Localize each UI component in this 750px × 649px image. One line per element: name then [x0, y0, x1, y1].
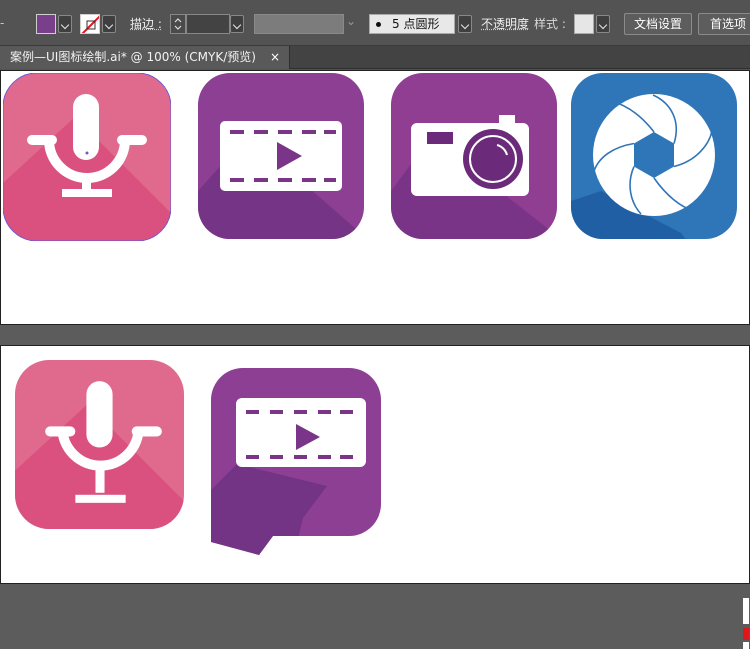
style-dropdown[interactable]	[596, 15, 610, 33]
illustrator-window: { "app": "Adobe Illustrator", "control_b…	[0, 0, 750, 649]
artboard-gap	[0, 325, 750, 345]
microphone-icon[interactable]	[3, 73, 171, 241]
microphone-icon[interactable]	[15, 360, 184, 529]
video-player-icon[interactable]	[198, 73, 364, 239]
brush-dropdown[interactable]	[458, 15, 472, 33]
watermark-logo	[742, 598, 750, 649]
fill-dropdown[interactable]	[58, 15, 72, 33]
profile-chevron-icon[interactable]: ⌄	[346, 14, 356, 28]
fill-swatch[interactable]	[36, 14, 56, 34]
close-tab-icon[interactable]: ×	[270, 46, 280, 69]
variable-width-profile[interactable]	[254, 14, 344, 34]
video-speech-bubble-icon[interactable]	[211, 368, 381, 558]
brush-definition-field[interactable]: 5 点圆形	[369, 14, 455, 34]
stroke-spinner[interactable]	[170, 14, 186, 34]
stroke-label[interactable]: 描边 :	[130, 17, 162, 31]
no-stroke-icon	[81, 15, 99, 33]
stroke-weight-dropdown[interactable]	[230, 15, 244, 33]
document-tab-title: 案例—UI图标绘制.ai* @ 100% (CMYK/预览)	[10, 50, 256, 64]
toolbar-edge-dash-icon: -	[0, 16, 5, 30]
document-tab[interactable]: 案例—UI图标绘制.ai* @ 100% (CMYK/预览) ×	[0, 46, 290, 69]
control-bar: - 描边 : ⌄ 5 点圆形 不透明度 样式 : 文档设置 首选项	[0, 0, 750, 46]
brush-dot-icon	[376, 22, 381, 27]
camera-icon[interactable]	[391, 73, 557, 239]
brush-label: 5 点圆形	[392, 17, 440, 31]
preferences-button[interactable]: 首选项	[698, 13, 750, 35]
stroke-swatch[interactable]	[80, 14, 100, 34]
document-tab-bar: 案例—UI图标绘制.ai* @ 100% (CMYK/预览) ×	[0, 46, 750, 69]
artboard-top[interactable]	[0, 70, 750, 325]
style-label: 样式 :	[534, 17, 566, 31]
opacity-label[interactable]: 不透明度	[481, 17, 529, 31]
up-down-arrows-icon	[174, 18, 182, 30]
document-setup-button[interactable]: 文档设置	[624, 13, 692, 35]
artboard-bottom[interactable]	[0, 345, 750, 584]
pasteboard	[0, 584, 750, 649]
graphic-style-swatch[interactable]	[574, 14, 594, 34]
aperture-icon[interactable]	[571, 73, 737, 239]
stroke-dropdown[interactable]	[102, 15, 116, 33]
stroke-weight-input[interactable]	[186, 14, 230, 34]
